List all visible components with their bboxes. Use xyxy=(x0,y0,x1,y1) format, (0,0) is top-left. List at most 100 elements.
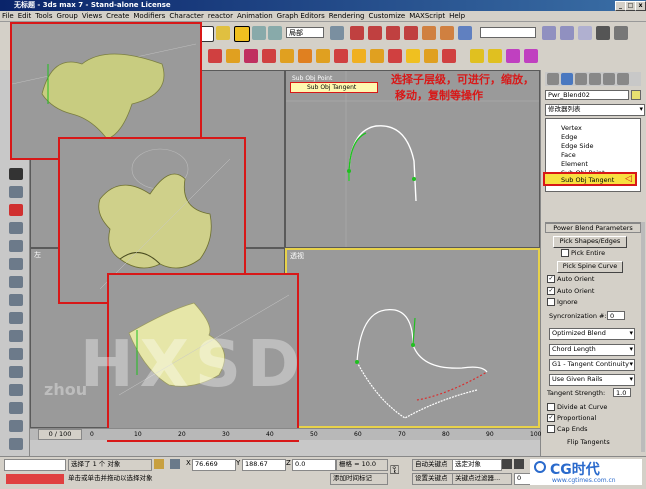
tab-tool-17-icon[interactable] xyxy=(506,49,520,63)
tab-tool-10-icon[interactable] xyxy=(370,49,384,63)
stack-item-element[interactable]: Element xyxy=(561,160,588,168)
tab-tool-4-icon[interactable] xyxy=(262,49,276,63)
left-tool-1-icon[interactable] xyxy=(9,168,23,180)
mirror-icon[interactable] xyxy=(440,26,454,40)
transform-mode-icon[interactable] xyxy=(170,459,180,469)
menu-create[interactable]: Create xyxy=(106,12,129,20)
selected-object-dropdown[interactable]: 选定对象 xyxy=(452,459,502,471)
ignore-checkbox[interactable] xyxy=(547,298,555,306)
auto-orient-2-row[interactable]: ✓ Auto Orient xyxy=(547,287,594,295)
stack-item-vertex[interactable]: Vertex xyxy=(561,124,582,132)
left-tool-11-icon[interactable] xyxy=(9,348,23,360)
stack-item-face[interactable]: Face xyxy=(561,151,576,159)
menu-reactor[interactable]: reactor xyxy=(208,12,233,20)
pick-entire-checkbox[interactable] xyxy=(561,249,569,257)
tab-tool-3-icon[interactable] xyxy=(244,49,258,63)
modifier-list-dropdown[interactable]: 修改器列表 xyxy=(545,104,645,116)
left-tool-10-icon[interactable] xyxy=(9,330,23,342)
key-filters-button[interactable]: 关键点过滤器... xyxy=(452,473,512,485)
menu-group[interactable]: Group xyxy=(57,12,78,20)
left-tool-5-icon[interactable] xyxy=(9,240,23,252)
continuity-dropdown[interactable]: G1 - Tangent Continuity xyxy=(549,359,635,371)
menu-maxscript[interactable]: MAXScript xyxy=(409,12,445,20)
z-coord-field[interactable]: 0.0 xyxy=(292,459,336,471)
menu-edit[interactable]: Edit xyxy=(18,12,32,20)
viewport-perspective[interactable]: 透视 xyxy=(285,248,540,428)
left-tool-13-icon[interactable] xyxy=(9,384,23,396)
stack-item-sub-obj-tangent[interactable]: Sub Obj Tangent xyxy=(561,176,614,184)
stack-item-edge[interactable]: Edge xyxy=(561,133,577,141)
left-tool-3-icon[interactable] xyxy=(9,204,23,216)
maxscript-listener[interactable] xyxy=(4,459,66,471)
menu-file[interactable]: File xyxy=(2,12,14,20)
lock-selection-icon[interactable] xyxy=(154,459,164,469)
pick-shapes-button[interactable]: Pick Shapes/Edges xyxy=(553,236,627,248)
tab-tool-18-icon[interactable] xyxy=(524,49,538,63)
cap-ends-row[interactable]: Cap Ends xyxy=(547,425,587,433)
auto-orient-2-checkbox[interactable]: ✓ xyxy=(547,287,555,295)
rails-dropdown[interactable]: Use Given Rails xyxy=(549,374,635,386)
auto-orient-1-row[interactable]: ✓ Auto Orient xyxy=(547,275,594,283)
left-tool-6-icon[interactable] xyxy=(9,258,23,270)
menu-rendering[interactable]: Rendering xyxy=(329,12,365,20)
tab-tool-13-icon[interactable] xyxy=(424,49,438,63)
quick-render-icon[interactable] xyxy=(614,26,628,40)
align-icon[interactable] xyxy=(458,26,472,40)
flip-tangents-row[interactable]: Flip Tangents xyxy=(567,438,610,446)
timeline[interactable]: 0 / 100 0 10 20 30 40 50 60 70 80 90 100 xyxy=(30,428,541,440)
menu-character[interactable]: Character xyxy=(169,12,204,20)
left-tool-4-icon[interactable] xyxy=(9,222,23,234)
pick-entire-row[interactable]: Pick Entire xyxy=(561,249,605,257)
tab-tool-14-icon[interactable] xyxy=(442,49,456,63)
tab-tool-2-icon[interactable] xyxy=(226,49,240,63)
tab-tool-11-icon[interactable] xyxy=(388,49,402,63)
create-tab-icon[interactable] xyxy=(547,73,559,85)
tab-tool-9-icon[interactable] xyxy=(352,49,366,63)
object-color-swatch[interactable] xyxy=(631,90,641,100)
object-name-field[interactable]: Pwr_Blend02 xyxy=(545,90,629,100)
tab-tool-1-icon[interactable] xyxy=(208,49,222,63)
maxscript-mini-listener[interactable] xyxy=(6,474,64,484)
divide-checkbox[interactable] xyxy=(547,403,555,411)
left-tool-15-icon[interactable] xyxy=(9,420,23,432)
playback-icon[interactable] xyxy=(502,459,512,469)
tab-tool-15-icon[interactable] xyxy=(470,49,484,63)
menu-animation[interactable]: Animation xyxy=(237,12,273,20)
render-scene-icon[interactable] xyxy=(596,26,610,40)
curve-editor-icon[interactable] xyxy=(542,26,556,40)
left-tool-12-icon[interactable] xyxy=(9,366,23,378)
left-tool-14-icon[interactable] xyxy=(9,402,23,414)
motion-tab-icon[interactable] xyxy=(589,73,601,85)
scale-icon[interactable] xyxy=(268,26,282,40)
proportional-checkbox[interactable]: ✓ xyxy=(547,414,555,422)
next-frame-icon[interactable] xyxy=(514,459,524,469)
tab-tool-16-icon[interactable] xyxy=(488,49,502,63)
utilities-tab-icon[interactable] xyxy=(617,73,629,85)
subobj-tangent-tag[interactable]: Sub Obj Tangent xyxy=(290,82,378,93)
y-coord-field[interactable]: 188.67 xyxy=(242,459,286,471)
menu-tools[interactable]: Tools xyxy=(35,12,52,20)
pivot-icon[interactable] xyxy=(330,26,344,40)
left-tool-8-icon[interactable] xyxy=(9,294,23,306)
close-button[interactable]: x xyxy=(635,1,646,11)
tab-tool-12-icon[interactable] xyxy=(406,49,420,63)
schematic-view-icon[interactable] xyxy=(560,26,574,40)
blend-method-dropdown[interactable]: Optimized Blend xyxy=(549,328,635,340)
viewport-front[interactable]: Sub Obj Point Sub Obj Tangent 选择子层级，可进行，… xyxy=(285,70,540,248)
sync-spinner[interactable]: 0 xyxy=(607,311,625,320)
tab-tool-6-icon[interactable] xyxy=(298,49,312,63)
spinner-snap-icon[interactable] xyxy=(404,26,418,40)
percent-snap-icon[interactable] xyxy=(386,26,400,40)
key-icon[interactable]: ⚿ xyxy=(390,463,399,478)
set-key-button[interactable]: 设置关键点 xyxy=(412,473,454,485)
tab-tool-5-icon[interactable] xyxy=(280,49,294,63)
menu-help[interactable]: Help xyxy=(449,12,465,20)
pick-spine-button[interactable]: Pick Spine Curve xyxy=(557,261,623,273)
hierarchy-tab-icon[interactable] xyxy=(575,73,587,85)
add-time-tag-button[interactable]: 添加时间标记 xyxy=(330,473,388,485)
angle-snap-icon[interactable] xyxy=(368,26,382,40)
parameterization-dropdown[interactable]: Chord Length xyxy=(549,344,635,356)
modify-tab-icon[interactable] xyxy=(561,73,573,85)
x-coord-field[interactable]: 76.669 xyxy=(192,459,236,471)
stack-item-edge-side[interactable]: Edge Side xyxy=(561,142,593,150)
